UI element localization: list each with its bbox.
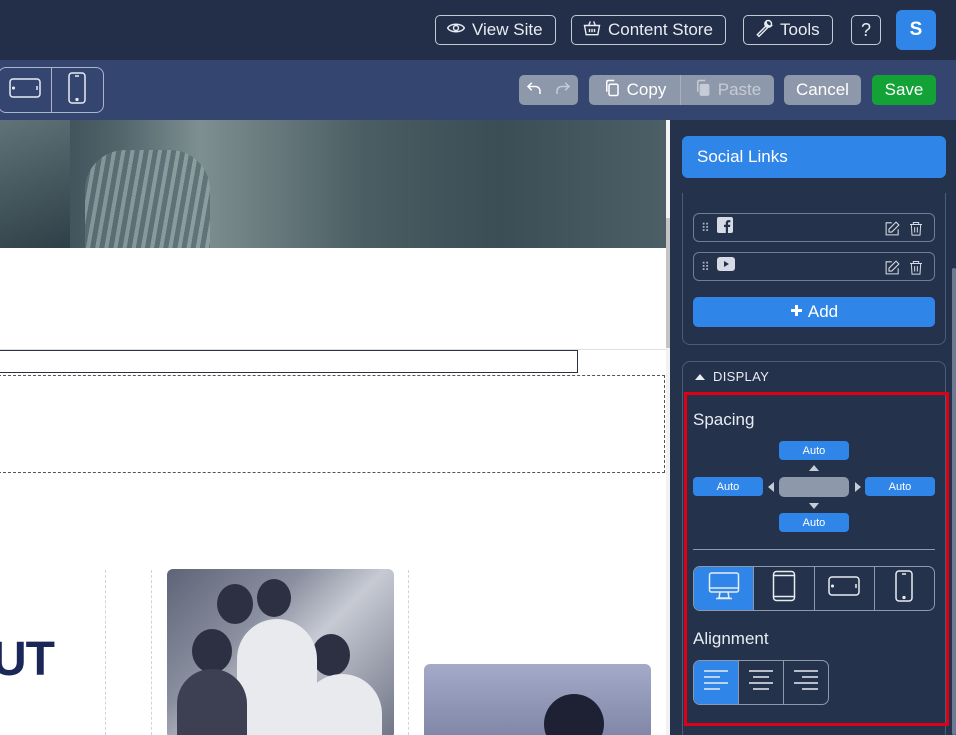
panel-title: Social Links [682, 136, 946, 178]
team-photo[interactable] [167, 569, 394, 735]
facebook-icon [717, 217, 733, 238]
alignment-group [693, 660, 829, 705]
user-avatar[interactable]: S [896, 10, 936, 50]
content-store-label: Content Store [608, 20, 713, 39]
column-guide [408, 570, 409, 735]
preview-tablet-landscape-button[interactable] [0, 68, 51, 112]
align-left-icon [702, 668, 730, 697]
collapse-caret-icon [695, 373, 705, 380]
social-link-row[interactable]: ⠿ [693, 252, 935, 281]
phone-icon [894, 570, 914, 607]
device-tablet-landscape-toggle[interactable] [813, 567, 874, 610]
spacing-element-box [779, 477, 849, 497]
arrow-down-icon [809, 503, 819, 509]
desktop-icon [708, 571, 740, 606]
copy-button[interactable]: Copy [589, 75, 680, 105]
display-section-label: DISPLAY [713, 369, 770, 384]
device-tablet-toggle[interactable] [753, 567, 813, 610]
paste-button[interactable]: Paste [680, 75, 774, 105]
arrow-right-icon [855, 482, 861, 492]
canvas-text-block[interactable] [0, 350, 578, 373]
page-canvas[interactable]: UT [0, 120, 666, 735]
arrow-up-icon [809, 465, 819, 471]
selected-block-outline[interactable] [0, 375, 665, 473]
redo-button[interactable] [549, 75, 579, 105]
wrench-icon [754, 18, 774, 43]
preview-device-group [0, 67, 104, 113]
phone-icon [67, 71, 87, 109]
separator [693, 549, 935, 550]
view-site-button[interactable]: View Site [435, 15, 556, 45]
arrow-left-icon [768, 482, 774, 492]
social-link-row[interactable]: ⠿ [693, 213, 935, 242]
section-heading[interactable]: UT [0, 632, 55, 687]
drag-handle-icon[interactable]: ⠿ [701, 260, 717, 274]
drag-handle-icon[interactable]: ⠿ [701, 221, 717, 235]
add-link-button[interactable]: Add [693, 297, 935, 327]
trash-icon[interactable] [908, 220, 924, 242]
align-right-button[interactable] [783, 661, 828, 704]
tablet-landscape-icon [828, 576, 860, 601]
undo-icon [525, 79, 543, 102]
preview-phone-button[interactable] [50, 68, 103, 112]
panel-scrollbar[interactable] [952, 268, 956, 735]
save-button[interactable]: Save [872, 75, 936, 105]
tools-label: Tools [780, 20, 820, 39]
tablet-icon [772, 570, 796, 607]
help-button[interactable]: ? [851, 15, 881, 45]
spacing-top-input[interactable]: Auto [779, 441, 849, 460]
align-left-button[interactable] [694, 661, 738, 704]
tablet-landscape-icon [9, 77, 41, 103]
top-bar: View Site Content Store Tools ? S [0, 0, 956, 60]
copy-label: Copy [626, 80, 667, 99]
trash-icon[interactable] [908, 259, 924, 281]
eye-icon [446, 18, 466, 43]
tools-button[interactable]: Tools [743, 15, 833, 45]
spacing-label: Spacing [693, 410, 755, 429]
device-visibility-group [693, 566, 935, 611]
align-right-icon [792, 668, 820, 697]
cancel-button[interactable]: Cancel [784, 75, 861, 105]
view-site-label: View Site [472, 20, 543, 39]
store-basket-icon [582, 18, 602, 43]
portrait-photo[interactable] [424, 664, 651, 735]
align-center-button[interactable] [738, 661, 783, 704]
align-center-icon [747, 668, 775, 697]
hero-image [0, 120, 666, 248]
alignment-label: Alignment [693, 629, 769, 648]
column-guide [151, 570, 152, 735]
redo-icon [554, 79, 572, 102]
copy-icon [603, 79, 621, 102]
plus-icon [790, 302, 803, 322]
spacing-right-input[interactable]: Auto [865, 477, 935, 496]
undo-redo-group [519, 75, 578, 105]
add-label: Add [807, 302, 839, 321]
display-section-toggle[interactable]: DISPLAY [695, 369, 769, 384]
content-store-button[interactable]: Content Store [571, 15, 726, 45]
device-phone-toggle[interactable] [873, 567, 934, 610]
spacing-left-input[interactable]: Auto [693, 477, 763, 496]
youtube-icon [717, 257, 735, 276]
column-guide [105, 570, 106, 735]
paste-label: Paste [717, 80, 762, 99]
spacing-bottom-input[interactable]: Auto [779, 513, 849, 532]
edit-icon[interactable] [884, 259, 901, 281]
edit-icon[interactable] [884, 220, 901, 242]
undo-button[interactable] [519, 75, 549, 105]
paste-icon [694, 79, 712, 102]
device-desktop-toggle[interactable] [694, 567, 754, 610]
